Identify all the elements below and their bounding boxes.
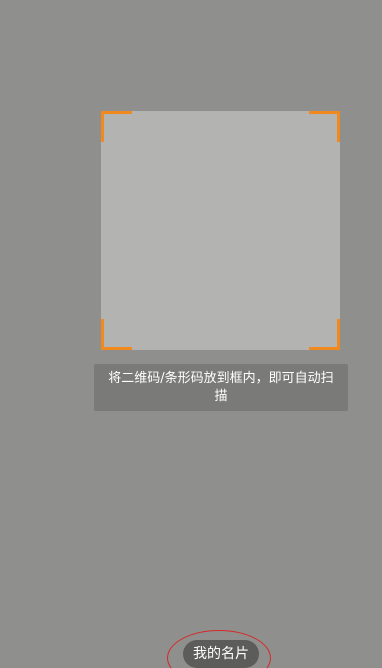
scan-hint-text: 将二维码/条形码放到框内，即可自动扫描 — [94, 364, 348, 411]
red-annotation-circle — [167, 630, 271, 668]
scan-frame — [101, 111, 340, 350]
frame-corner-top-right — [309, 111, 340, 142]
qr-scanner-screen: 将二维码/条形码放到框内，即可自动扫描 我的名片 — [0, 0, 382, 668]
frame-corner-bottom-right — [309, 319, 340, 350]
frame-corner-top-left — [101, 111, 132, 142]
frame-corner-bottom-left — [101, 319, 132, 350]
